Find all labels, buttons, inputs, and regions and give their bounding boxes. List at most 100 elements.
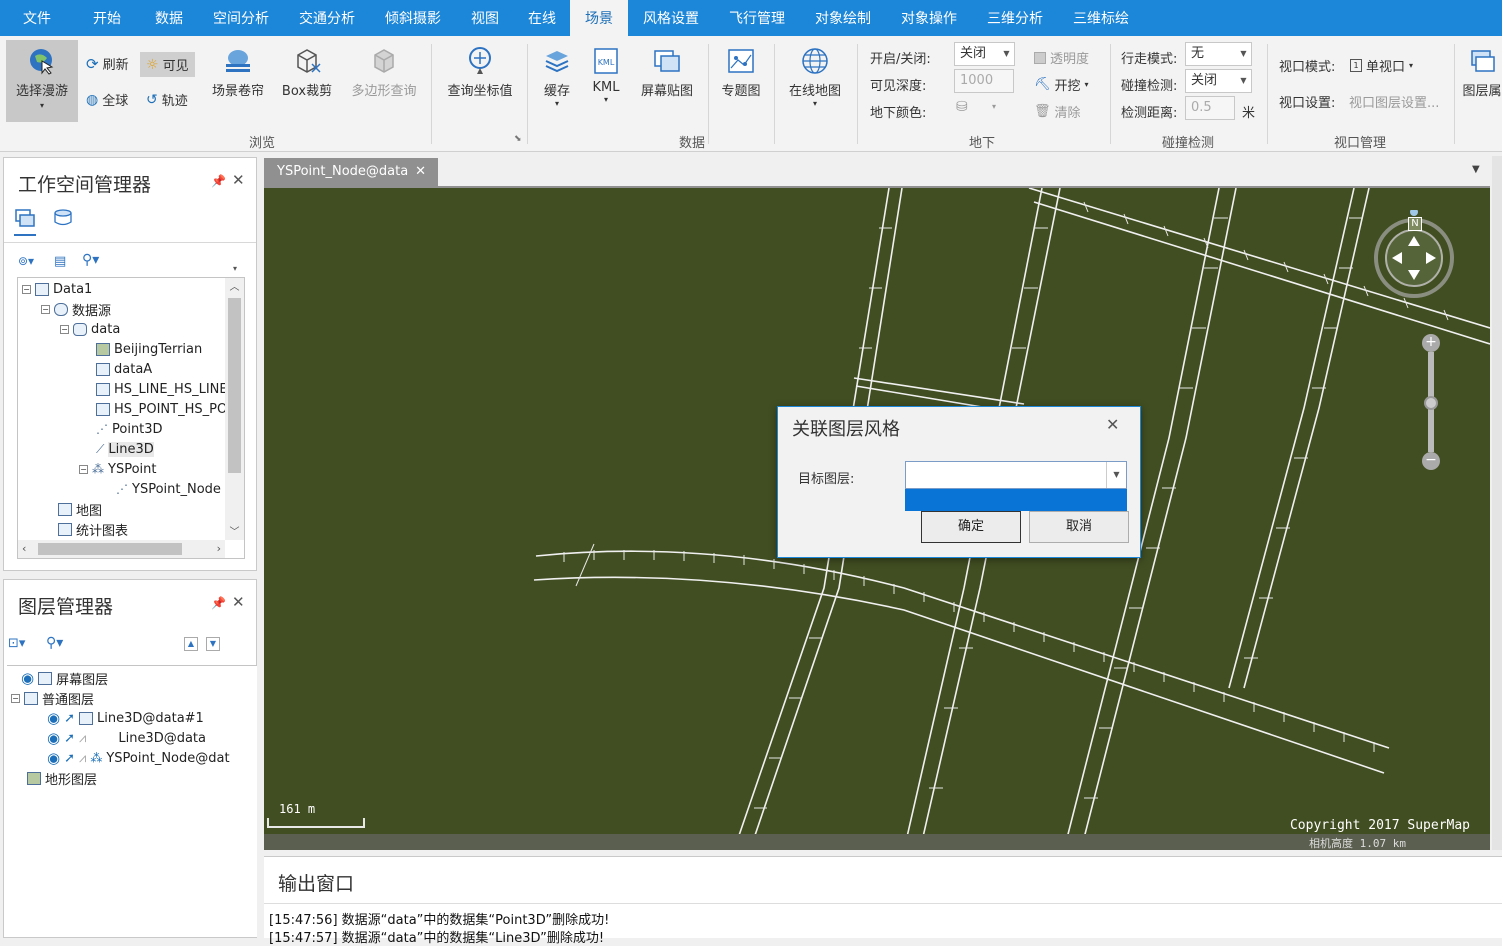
close-icon[interactable]: ✕ — [415, 158, 426, 186]
online-map-button[interactable]: 在线地图 ▾ — [782, 46, 848, 108]
move-down-icon[interactable]: ▼ — [206, 637, 220, 651]
menu-traffic-analysis[interactable]: 交通分析 — [284, 0, 370, 36]
right-scrollbar[interactable] — [1492, 156, 1502, 850]
target-layer-combobox[interactable]: ▼ — [905, 461, 1127, 489]
vertical-scrollbar[interactable]: ︿ ﹀ — [225, 278, 244, 540]
menu-scene[interactable]: 场景 — [570, 0, 628, 36]
tree-node-datasources[interactable]: − 数据源 — [41, 299, 111, 319]
select-roam-button[interactable]: 选择漫游 ▾ — [6, 40, 78, 122]
menu-3d-analysis[interactable]: 三维分析 — [972, 0, 1058, 36]
zoom-slider[interactable]: + − — [1422, 334, 1440, 470]
collision-detect-select[interactable]: 关闭 — [1185, 69, 1237, 93]
tree-node-hs-point[interactable]: HS_POINT_HS_PO — [96, 399, 227, 419]
tree-node-charts[interactable]: 统计图表 — [58, 519, 128, 539]
menu-object-draw[interactable]: 对象绘制 — [800, 0, 886, 36]
close-icon[interactable]: ✕ — [232, 171, 245, 189]
refresh-button[interactable]: ⟳ 刷新 — [86, 54, 129, 74]
edit-lock-icon[interactable]: ⩘ — [79, 751, 86, 766]
layer-node-normal[interactable]: − 普通图层 — [11, 688, 94, 708]
polygon-query-button[interactable]: 多边形查询 — [346, 46, 422, 99]
screen-map-button[interactable]: 屏幕贴图 — [634, 46, 700, 99]
scroll-up-icon[interactable]: ︿ — [225, 278, 244, 293]
scroll-down-icon[interactable]: ﹀ — [225, 523, 244, 538]
chevron-down-icon[interactable]: ▼ — [1472, 164, 1480, 175]
move-up-icon[interactable]: ▲ — [184, 637, 198, 651]
collapse-icon[interactable]: − — [41, 304, 50, 314]
menu-start[interactable]: 开始 — [74, 0, 140, 36]
tree-node-yspoint-node[interactable]: ⋰ YSPoint_Node — [116, 479, 221, 499]
select-arrow-icon[interactable]: ➚ — [64, 711, 75, 726]
underground-on-off-select[interactable]: 关闭 — [954, 42, 1000, 66]
select-arrow-icon[interactable]: ➚ — [64, 731, 75, 746]
dialog-launcher-icon[interactable]: ⬊ — [514, 134, 522, 144]
compass-north[interactable]: N — [1408, 217, 1422, 231]
eye-icon[interactable]: ◉ — [47, 709, 60, 727]
cancel-button[interactable]: 取消 — [1029, 511, 1129, 543]
clear-button[interactable]: 🗑 清除 — [1034, 102, 1081, 121]
layer-properties-button[interactable]: 图层属 — [1462, 46, 1502, 99]
walk-mode-select[interactable]: 无 — [1185, 42, 1237, 66]
layer-node-terrain[interactable]: 地形图层 — [27, 768, 97, 788]
chevron-down-icon[interactable]: ▼ — [999, 42, 1015, 66]
select-arrow-icon[interactable]: ➚ — [64, 751, 75, 766]
scene-curtain-button[interactable]: 场景卷帘 — [206, 46, 270, 99]
tree-node-point3d[interactable]: ⋰ Point3D — [96, 419, 163, 439]
track-button[interactable]: ↺ 轨迹 — [146, 90, 188, 110]
layer-node-screen[interactable]: ◉ 屏幕图层 — [21, 668, 108, 688]
visible-depth-input[interactable]: 1000 — [954, 69, 1014, 93]
search-icon[interactable]: ⚲▾ — [46, 635, 63, 651]
menu-flight-management[interactable]: 飞行管理 — [714, 0, 800, 36]
navigation-compass[interactable]: N — [1372, 208, 1462, 300]
cache-button[interactable]: 缓存 ▾ — [536, 46, 578, 108]
transparency-button[interactable]: 透明度 — [1034, 48, 1089, 67]
collapse-icon[interactable]: − — [60, 324, 69, 334]
collapse-icon[interactable]: − — [22, 284, 31, 294]
ok-button[interactable]: 确定 — [921, 511, 1021, 543]
close-icon[interactable]: ✕ — [232, 593, 245, 611]
eye-icon[interactable]: ◉ — [47, 749, 60, 767]
layer-node-line3d[interactable]: ◉ ➚ ⩘ Line3D@data — [47, 728, 206, 748]
tree-node-beijingterrian[interactable]: BeijingTerrian — [96, 339, 202, 359]
excavate-button[interactable]: ⛏ 开挖 ▾ — [1034, 75, 1089, 94]
edit-lock-icon[interactable]: ⩘ — [79, 731, 86, 746]
search-icon[interactable]: ⚲▾ — [82, 252, 99, 268]
chevron-down-icon[interactable]: ▼ — [1236, 42, 1252, 66]
menu-3d-plotting[interactable]: 三维标绘 — [1058, 0, 1144, 36]
menu-view[interactable]: 视图 — [456, 0, 514, 36]
close-icon[interactable]: ✕ — [1106, 415, 1119, 434]
paint-bucket-icon[interactable]: ⛁ — [956, 99, 968, 115]
pin-icon[interactable]: 📌 — [211, 174, 226, 188]
layer-node-yspoint-node[interactable]: ◉ ➚ ⩘ ⁂ YSPoint_Node@dat — [47, 748, 230, 768]
layer-node-line3d-1[interactable]: ◉ ➚ Line3D@data#1 — [47, 708, 204, 728]
scroll-right-icon[interactable]: › — [217, 542, 221, 555]
dropdown-list-selected-item[interactable] — [905, 489, 1127, 511]
box-clip-button[interactable]: Box裁剪 — [278, 46, 336, 99]
full-globe-button[interactable]: ◍ 全球 — [86, 90, 128, 110]
zoom-in-icon[interactable]: + — [1422, 334, 1440, 352]
zoom-out-icon[interactable]: − — [1422, 452, 1440, 470]
menu-oblique-photo[interactable]: 倾斜摄影 — [370, 0, 456, 36]
scroll-thumb[interactable] — [228, 298, 241, 473]
viewport-mode-dropdown[interactable]: 1 单视口 ▾ — [1350, 56, 1413, 75]
query-coord-button[interactable]: 查询坐标值 — [440, 46, 520, 99]
tree-node-line3d[interactable]: ⟋ Line3D — [96, 439, 154, 459]
kml-button[interactable]: KML KML ▾ — [586, 46, 626, 104]
menu-object-operate[interactable]: 对象操作 — [886, 0, 972, 36]
menu-file[interactable]: 文件 — [0, 0, 74, 36]
menu-data[interactable]: 数据 — [140, 0, 198, 36]
pin-icon[interactable]: 📌 — [211, 596, 226, 610]
tree-node-dataa[interactable]: dataA — [96, 359, 152, 379]
tree-node-data[interactable]: − data — [60, 319, 120, 339]
document-tab[interactable]: YSPoint_Node@data ✕ — [264, 158, 438, 186]
chevron-down-icon[interactable]: ▼ — [1236, 69, 1252, 93]
tree-node-data1[interactable]: − Data1 — [22, 279, 92, 299]
viewport-layer-settings-button[interactable]: 视口图层设置... — [1349, 92, 1439, 111]
database-tab-icon[interactable] — [52, 208, 74, 232]
scroll-left-icon[interactable]: ‹ — [22, 542, 26, 555]
chevron-down-icon[interactable]: ▼ — [1106, 462, 1126, 488]
collapse-icon[interactable]: − — [11, 693, 20, 703]
thematic-map-button[interactable]: 专题图 — [716, 46, 766, 99]
horizontal-scrollbar[interactable]: ‹ › — [18, 540, 225, 558]
scroll-thumb[interactable] — [38, 543, 182, 555]
menu-style-settings[interactable]: 风格设置 — [628, 0, 714, 36]
